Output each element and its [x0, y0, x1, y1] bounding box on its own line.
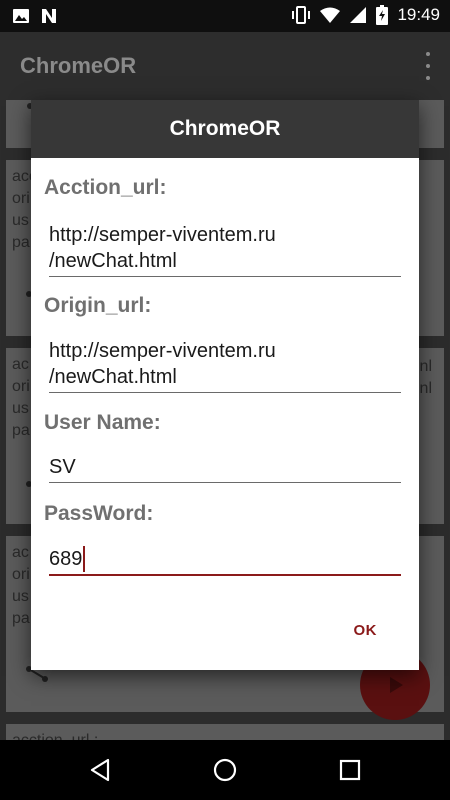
wifi-icon — [320, 7, 341, 23]
status-time: 19:49 — [397, 5, 440, 24]
play-icon — [390, 677, 403, 693]
origin-url-field[interactable]: http://semper-viventem.ru /newChat.html — [49, 338, 401, 393]
battery-icon — [376, 5, 389, 25]
overflow-menu-icon[interactable] — [424, 52, 432, 80]
password-value: 689 — [49, 548, 83, 570]
origin-url-label: Origin_url: — [44, 294, 152, 317]
list-item-text: ac ori us pa — [12, 544, 30, 627]
user-name-label: User Name: — [44, 411, 161, 434]
credentials-dialog: ChromeOR Acction_url: http://semper-vive… — [31, 100, 419, 670]
list-item[interactable]: acction_url : — [6, 724, 444, 740]
dialog-header: ChromeOR — [31, 100, 419, 158]
dialog-body: Acction_url: http://semper-viventem.ru /… — [31, 158, 419, 670]
status-left-icons — [12, 7, 58, 25]
back-icon[interactable] — [86, 756, 114, 784]
password-label: PassWord: — [44, 502, 154, 525]
navigation-bar — [0, 740, 450, 800]
vibrate-icon — [292, 6, 311, 24]
dialog-title: ChromeOR — [169, 117, 281, 140]
list-item-right-text: nl nl — [419, 358, 432, 397]
image-icon — [13, 9, 29, 23]
user-name-field[interactable]: SV — [49, 454, 401, 483]
list-item-text: ac ori us pa — [12, 356, 30, 439]
n-notification-icon — [42, 9, 56, 23]
home-icon[interactable] — [211, 756, 239, 784]
app-bar: ChromeOR — [0, 32, 450, 100]
list-item-text: acction_url : — [12, 730, 98, 740]
action-url-field[interactable]: http://semper-viventem.ru /newChat.html — [49, 222, 401, 277]
recents-icon[interactable] — [336, 756, 364, 784]
ok-button[interactable]: OK — [354, 622, 378, 639]
status-bar: 19:49 — [0, 0, 450, 32]
text-cursor — [83, 546, 86, 572]
action-url-label: Acction_url: — [44, 176, 167, 199]
status-right-icons: 19:49 — [291, 5, 440, 25]
app-title: ChromeOR — [20, 53, 137, 78]
password-field[interactable]: 689 — [49, 546, 401, 576]
signal-icon — [350, 7, 367, 23]
